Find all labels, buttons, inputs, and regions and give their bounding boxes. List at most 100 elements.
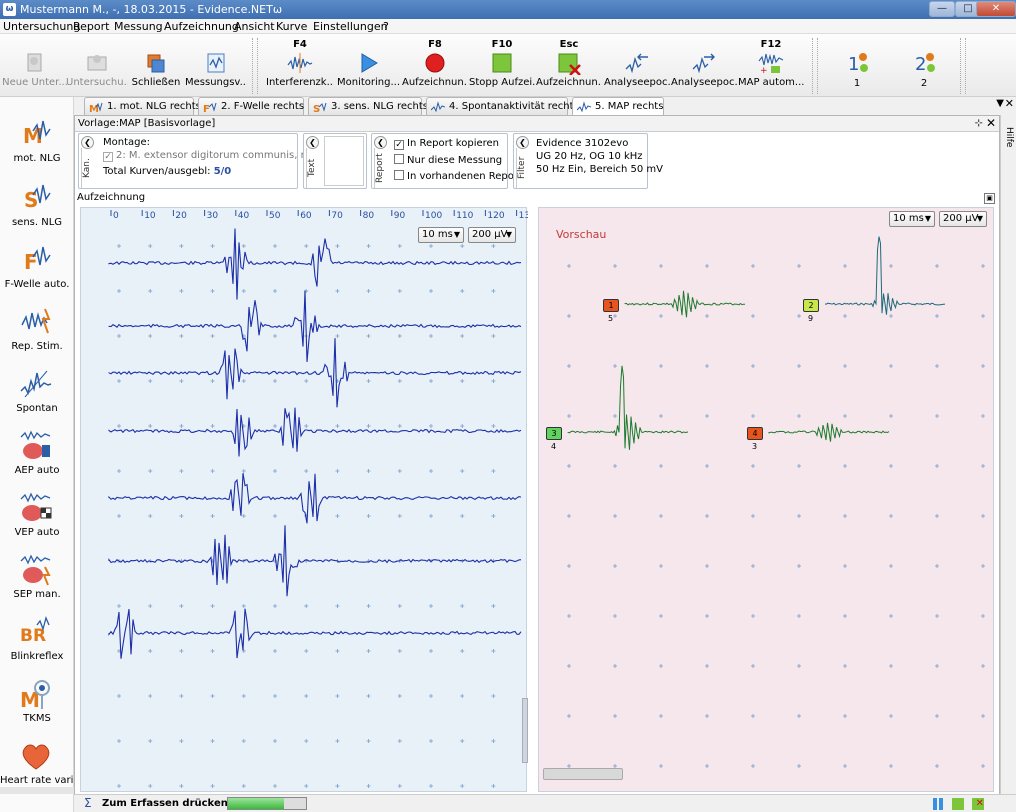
close-template-icon[interactable]: ✕ — [986, 116, 996, 131]
mup-marker-2[interactable]: 2 — [803, 299, 819, 312]
report-only-this-checkbox[interactable] — [394, 154, 404, 164]
cancel-record-icon — [558, 53, 581, 75]
recording-options-icon[interactable]: ▣ — [984, 193, 995, 204]
record-button[interactable]: F8 Aufzeichnun... — [402, 34, 468, 96]
menu-kurve[interactable]: Kurve — [276, 20, 307, 33]
tab-spontanaktivitaet[interactable]: 4. Spontanaktivität rechts — [426, 97, 579, 115]
cancel-record-button[interactable]: Esc Aufzeichnun... — [536, 34, 602, 96]
map-auto-button[interactable]: F12 + MAP autom... — [738, 34, 804, 96]
tab-map-rechts[interactable]: 5. MAP rechts — [572, 97, 664, 116]
close-tab-icon[interactable]: ✕ — [1005, 97, 1014, 110]
help-sidebar[interactable]: Hilfe — [1000, 115, 1016, 812]
module-aep-auto[interactable]: AEP auto — [0, 429, 74, 489]
menu-messung[interactable]: Messung — [114, 20, 163, 33]
text-panel: ❮ Text — [303, 133, 367, 189]
menu-einstellungen[interactable]: Einstellungen — [313, 20, 388, 33]
emg-trace — [108, 290, 522, 362]
preview-scrollbar[interactable] — [543, 768, 623, 780]
preview-traces-svg — [567, 236, 985, 768]
mup-trace — [567, 365, 689, 450]
mot-nlg-icon: M — [89, 102, 103, 113]
time-tick-label: 60 — [300, 211, 312, 221]
report-copy-option[interactable]: ✓ In Report kopieren — [394, 138, 499, 150]
module-blinkreflex[interactable]: BR Blinkreflex — [0, 615, 74, 675]
stop-record-button[interactable]: F10 Stopp Aufzei... — [469, 34, 535, 96]
measurement-view: Vorlage:MAP [Basisvorlage] ⊹ ✕ ❮ Kan. Mo… — [74, 115, 1000, 812]
aep-icon — [20, 430, 51, 459]
menu-untersuchung[interactable]: Untersuchung — [3, 20, 80, 33]
mup-marker-4-count: 3 — [752, 442, 758, 451]
close-window-button[interactable]: ✕ — [976, 1, 1016, 17]
mup-marker-1[interactable]: 1 — [603, 299, 619, 312]
layout-1-button[interactable]: 1 1 — [834, 34, 880, 96]
layout-2-button[interactable]: 2 2 — [901, 34, 947, 96]
template-title: Vorlage:MAP [Basisvorlage] — [78, 118, 216, 129]
filter-panel: ❮ Filter Evidence 3102evo UG 20 Hz, OG 1… — [513, 133, 663, 189]
preview-sensitivity-select[interactable]: 200 µV ▼ — [939, 211, 987, 227]
module-mot-nlg[interactable]: M mot. NLG — [0, 117, 74, 177]
preview-area[interactable]: Vorschau 10 ms ▼ 200 µV ▼ 1 5 2 9 3 4 4 3 — [538, 207, 994, 792]
module-spontan[interactable]: Spontan — [0, 367, 74, 427]
pause-icon[interactable] — [932, 798, 944, 810]
module-sep-man[interactable]: SEP man. — [0, 553, 74, 613]
tab-list-dropdown-icon[interactable]: ▼ — [996, 98, 1004, 109]
trace-scrollbar[interactable] — [522, 698, 528, 763]
report-existing-option[interactable]: In vorhandenen Report — [394, 170, 522, 182]
spontan-icon — [431, 101, 445, 113]
sidebar-scrollbar[interactable] — [0, 787, 74, 794]
new-exam-button[interactable]: Neue Unter... — [2, 34, 68, 96]
help-label: Hilfe — [1004, 127, 1014, 148]
module-tkms[interactable]: M TKMS — [0, 677, 74, 737]
menu-aufzeichnung[interactable]: Aufzeichnung — [164, 20, 239, 33]
recording-trace-area[interactable]: 0 10 20 30 40 50 60 70 80 90 100 110 120 130 10 ms▼ 2… — [80, 207, 528, 792]
heart-icon — [22, 744, 50, 770]
filter-panel-label: Filter — [516, 148, 528, 188]
report-copy-checkbox[interactable]: ✓ — [394, 140, 404, 150]
minimize-button[interactable]: — — [929, 1, 955, 17]
stop-icon[interactable] — [952, 798, 964, 810]
monitoring-button[interactable]: Monitoring... — [337, 34, 399, 96]
interference-button[interactable]: F4 Interferenzk... — [266, 34, 334, 96]
menu-report[interactable]: Report — [73, 20, 109, 33]
menu-ansicht[interactable]: Ansicht — [234, 20, 275, 33]
pin-icon[interactable]: ⊹ — [975, 116, 983, 131]
text-area[interactable] — [324, 136, 364, 186]
channel-option[interactable]: ✓ 2: M. extensor digitorum communis, rech… — [103, 150, 332, 162]
sensitivity-select[interactable]: 200 µV ▼ — [468, 227, 516, 243]
tab-mot-nlg[interactable]: M 1. mot. NLG rechts — [84, 97, 201, 115]
filter-settings: UG 20 Hz, OG 10 kHz — [536, 151, 643, 162]
time-tick-label: 40 — [238, 211, 250, 221]
rep-stim-icon — [21, 308, 51, 334]
timebase-select[interactable]: 10 ms ▼ — [418, 227, 464, 243]
emg-trace — [108, 473, 522, 524]
module-vep-auto[interactable]: VEP auto — [0, 491, 74, 551]
exam-button[interactable]: Untersuchu... — [66, 34, 128, 96]
preview-timebase-select[interactable]: 10 ms ▼ — [889, 211, 935, 227]
close-exam-button[interactable]: Schließen — [128, 34, 184, 96]
time-tick-label: 30 — [207, 211, 219, 221]
app-window: ω Mustermann M., -, 18.03.2015 - Evidenc… — [0, 0, 1016, 812]
mup-marker-4[interactable]: 4 — [747, 427, 763, 440]
channel-checkbox[interactable]: ✓ — [103, 152, 113, 162]
module-f-welle[interactable]: F F-Welle auto. — [0, 243, 74, 303]
chevron-down-icon: ▼ — [505, 230, 512, 239]
menu-bar: Untersuchung Report Messung Aufzeichnung… — [0, 19, 1016, 34]
svg-text:BR: BR — [20, 626, 46, 646]
tab-sens-nlg[interactable]: S 3. sens. NLG rechts — [308, 97, 428, 115]
analysis-next-button[interactable]: Analyseepoc... — [671, 34, 737, 96]
module-sens-nlg[interactable]: S sens. NLG — [0, 181, 74, 241]
cancel-record-icon[interactable]: ✕ — [972, 798, 984, 810]
menu-help[interactable]: ? — [383, 20, 389, 33]
svg-text:F: F — [203, 104, 210, 113]
capture-progress-bar — [227, 797, 307, 810]
sens-nlg-icon: S — [24, 184, 51, 212]
mup-marker-3[interactable]: 3 — [546, 427, 562, 440]
report-existing-checkbox[interactable] — [394, 170, 404, 180]
tkms-icon: M — [20, 680, 50, 711]
measurement-button[interactable]: Messungsv... — [185, 34, 247, 96]
analysis-prev-button[interactable]: Analyseepoc... — [604, 34, 670, 96]
report-only-this-option[interactable]: Nur diese Messung — [394, 154, 502, 166]
tab-f-welle[interactable]: F 2. F-Welle rechts — [198, 97, 304, 115]
module-rep-stim[interactable]: Rep. Stim. — [0, 305, 74, 365]
module-sidebar: M mot. NLG S sens. NLG F F-Welle auto. R… — [0, 97, 83, 812]
